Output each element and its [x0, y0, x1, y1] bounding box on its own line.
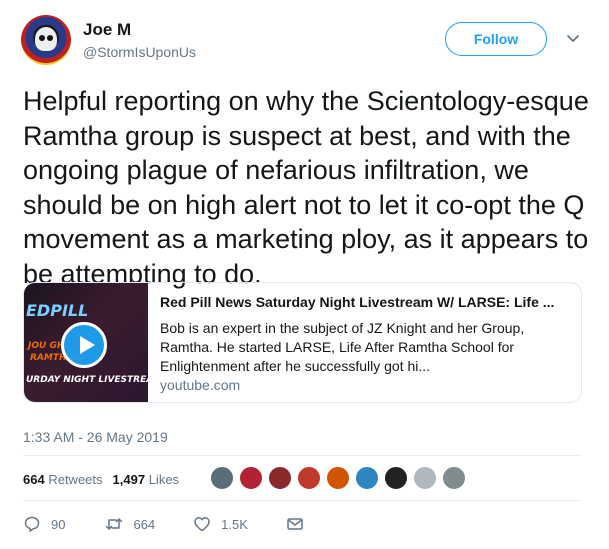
- retweet-action[interactable]: 664: [105, 515, 155, 533]
- liker-avatar[interactable]: [239, 466, 263, 490]
- retweets-count: 664: [23, 472, 45, 487]
- like-count: 1.5K: [221, 516, 248, 532]
- envelope-icon: [287, 518, 303, 530]
- skull-logo: [35, 27, 57, 51]
- follow-button[interactable]: Follow: [445, 22, 547, 56]
- message-action[interactable]: [286, 515, 314, 533]
- tweet-text: Helpful reporting on why the Scientology…: [23, 86, 589, 289]
- author-handle[interactable]: @StormIsUponUs: [83, 44, 196, 60]
- liker-avatars: [210, 466, 471, 490]
- link-card[interactable]: EDPILL JOU GH RAMTH ND URDAY NIGHT LIVES…: [23, 282, 582, 403]
- liker-avatar[interactable]: [355, 466, 379, 490]
- reply-icon: [24, 516, 40, 532]
- thumbnail-text-line4: URDAY NIGHT LIVESTREAM: [26, 375, 148, 385]
- likes-stat[interactable]: 1,497 Likes: [113, 472, 180, 487]
- retweets-stat[interactable]: 664 Retweets: [23, 472, 103, 487]
- liker-avatar[interactable]: [268, 466, 292, 490]
- tweet-actions: 90 664 1.5K: [23, 515, 314, 533]
- author-display-name[interactable]: Joe M: [83, 20, 131, 40]
- thumbnail-text-line1: EDPILL: [26, 301, 89, 320]
- thumbnail-text-line2: JOU GH: [28, 341, 65, 351]
- card-description: Bob is an expert in the subject of JZ Kn…: [160, 320, 525, 374]
- video-thumbnail[interactable]: EDPILL JOU GH RAMTH ND URDAY NIGHT LIVES…: [24, 283, 148, 402]
- card-domain: youtube.com: [160, 377, 241, 393]
- liker-avatar[interactable]: [297, 466, 321, 490]
- liker-avatar[interactable]: [210, 466, 234, 490]
- engagement-stats: 664 Retweets 1,497 Likes: [23, 472, 189, 487]
- like-action[interactable]: 1.5K: [193, 515, 248, 533]
- retweets-label: Retweets: [48, 472, 103, 487]
- divider: [23, 455, 582, 456]
- tweet-timestamp[interactable]: 1:33 AM - 26 May 2019: [23, 429, 168, 445]
- play-icon[interactable]: [61, 322, 107, 368]
- author-avatar[interactable]: [21, 15, 71, 65]
- liker-avatar[interactable]: [413, 466, 437, 490]
- retweet-icon: [106, 518, 123, 530]
- reply-action[interactable]: 90: [23, 515, 65, 533]
- liker-avatar[interactable]: [442, 466, 466, 490]
- heart-icon: [194, 517, 210, 532]
- liker-avatar[interactable]: [384, 466, 408, 490]
- chevron-down-icon[interactable]: [566, 34, 580, 44]
- reply-count: 90: [51, 516, 66, 532]
- liker-avatar[interactable]: [326, 466, 350, 490]
- likes-count: 1,497: [112, 472, 146, 487]
- divider: [23, 500, 582, 501]
- card-title[interactable]: Red Pill News Saturday Night Livestream …: [160, 294, 572, 310]
- likes-label: Likes: [148, 472, 180, 487]
- retweet-count: 664: [133, 516, 156, 532]
